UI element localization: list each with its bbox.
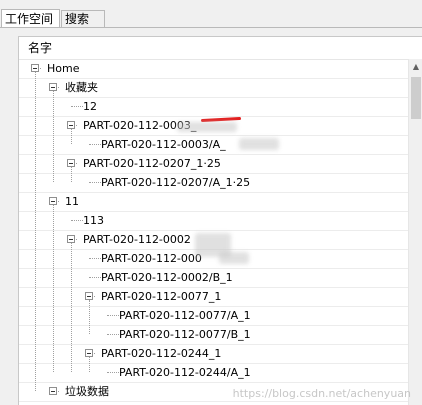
vertical-scrollbar[interactable]: ▲ bbox=[408, 59, 422, 405]
tree-row[interactable]: 收藏夹 bbox=[19, 78, 409, 98]
collapse-toggle-icon[interactable] bbox=[67, 159, 75, 167]
tab-divider bbox=[0, 27, 422, 28]
tree-item-label: 11 bbox=[65, 195, 79, 208]
collapse-toggle-icon[interactable] bbox=[49, 83, 57, 91]
watermark-text: https://blog.csdn.net/achenyuan bbox=[232, 387, 411, 400]
tree-item-label: 收藏夹 bbox=[65, 81, 98, 94]
tree-item-label: 113 bbox=[83, 214, 104, 227]
tree-connector bbox=[89, 144, 101, 145]
scroll-up-arrow-icon[interactable]: ▲ bbox=[409, 59, 422, 75]
tree-guide-line bbox=[53, 205, 54, 372]
tree-connector bbox=[107, 334, 119, 335]
column-header-name[interactable]: 名字 bbox=[19, 37, 422, 60]
collapse-toggle-icon[interactable] bbox=[49, 387, 57, 395]
tree-row[interactable]: PART-020-112-0244_1 bbox=[19, 344, 409, 364]
tree-guide-line bbox=[53, 91, 54, 182]
tree-connector bbox=[89, 182, 101, 183]
tree-item-label: PART-020-112-0003/A_ bbox=[101, 138, 226, 151]
tree-row[interactable]: PART-020-112-0077/A_1 bbox=[19, 306, 409, 326]
tab-strip: 工作空间 搜索 bbox=[0, 0, 422, 28]
tree-guide-line bbox=[89, 300, 90, 334]
tree-row[interactable]: PART-020-112-0002/B_1 bbox=[19, 268, 409, 288]
tree-row[interactable]: PART-020-112-0207_1·25 bbox=[19, 154, 409, 174]
collapse-toggle-icon[interactable] bbox=[85, 349, 93, 357]
tree-row[interactable]: PART-020-112-0077_1 bbox=[19, 287, 409, 307]
tree-item-label: PART-020-112-0077_1 bbox=[101, 290, 222, 303]
tree-connector bbox=[107, 315, 119, 316]
collapse-toggle-icon[interactable] bbox=[31, 64, 39, 72]
tree-item-label: PART-020-112-0002/B_1 bbox=[101, 271, 233, 284]
tree-connector bbox=[89, 277, 101, 278]
tree-guide-line bbox=[89, 357, 90, 372]
tree-view[interactable]: Home 收藏夹 12 PART-020-112-0003_ PART-020-112-… bbox=[19, 59, 409, 405]
redaction-blur bbox=[177, 122, 237, 132]
tree-item-label: 垃圾数据 bbox=[65, 385, 109, 398]
tree-item-label: Home bbox=[47, 62, 80, 75]
tree-row[interactable]: PART-020-112-0207/A_1·25 bbox=[19, 173, 409, 193]
redaction-blur bbox=[239, 138, 279, 150]
collapse-toggle-icon[interactable] bbox=[67, 235, 75, 243]
tree-item-label: PART-020-112-0207/A_1·25 bbox=[101, 176, 251, 189]
workspace-tree-panel: 名字 Home 收藏夹 12 PART-020-112-0003_ PART-020-1… bbox=[18, 36, 422, 405]
tree-row[interactable]: 11 bbox=[19, 192, 409, 212]
tree-guide-line bbox=[35, 72, 36, 391]
scrollbar-thumb[interactable] bbox=[411, 77, 421, 119]
tree-item-label: 12 bbox=[83, 100, 97, 113]
tree-connector bbox=[107, 372, 119, 373]
tree-connector bbox=[71, 106, 83, 107]
tree-item-label: PART-020-112-0077/A_1 bbox=[119, 309, 251, 322]
tree-connector bbox=[89, 258, 101, 259]
tree-item-label: PART-020-112-0207_1·25 bbox=[83, 157, 221, 170]
tree-item-label: PART-020-112-000 bbox=[101, 252, 202, 265]
tab-search[interactable]: 搜索 bbox=[61, 10, 105, 27]
tree-row[interactable]: PART-020-112-0003/A_ bbox=[19, 135, 409, 155]
tree-guide-line bbox=[71, 167, 72, 182]
collapse-toggle-icon[interactable] bbox=[49, 197, 57, 205]
tree-item-label: PART-020-112-0244_1 bbox=[101, 347, 222, 360]
tree-guide-line bbox=[71, 243, 72, 372]
tree-item-label: PART-020-112-0244/A_1 bbox=[119, 366, 251, 379]
tree-item-label: PART-020-112-0002 bbox=[83, 233, 191, 246]
tree-row[interactable]: 113 bbox=[19, 211, 409, 231]
tree-row[interactable]: 12 bbox=[19, 97, 409, 117]
redaction-blur bbox=[219, 252, 249, 264]
tab-workspace[interactable]: 工作空间 bbox=[1, 9, 60, 28]
tree-guide-line bbox=[71, 129, 72, 144]
tree-item-label: PART-020-112-0077/B_1 bbox=[119, 328, 251, 341]
collapse-toggle-icon[interactable] bbox=[85, 292, 93, 300]
tree-row[interactable]: PART-020-112-0077/B_1 bbox=[19, 325, 409, 345]
tree-connector bbox=[71, 220, 83, 221]
collapse-toggle-icon[interactable] bbox=[67, 121, 75, 129]
tree-row[interactable]: PART-020-112-0244/A_1 bbox=[19, 363, 409, 383]
tree-row[interactable]: Home bbox=[19, 59, 409, 79]
